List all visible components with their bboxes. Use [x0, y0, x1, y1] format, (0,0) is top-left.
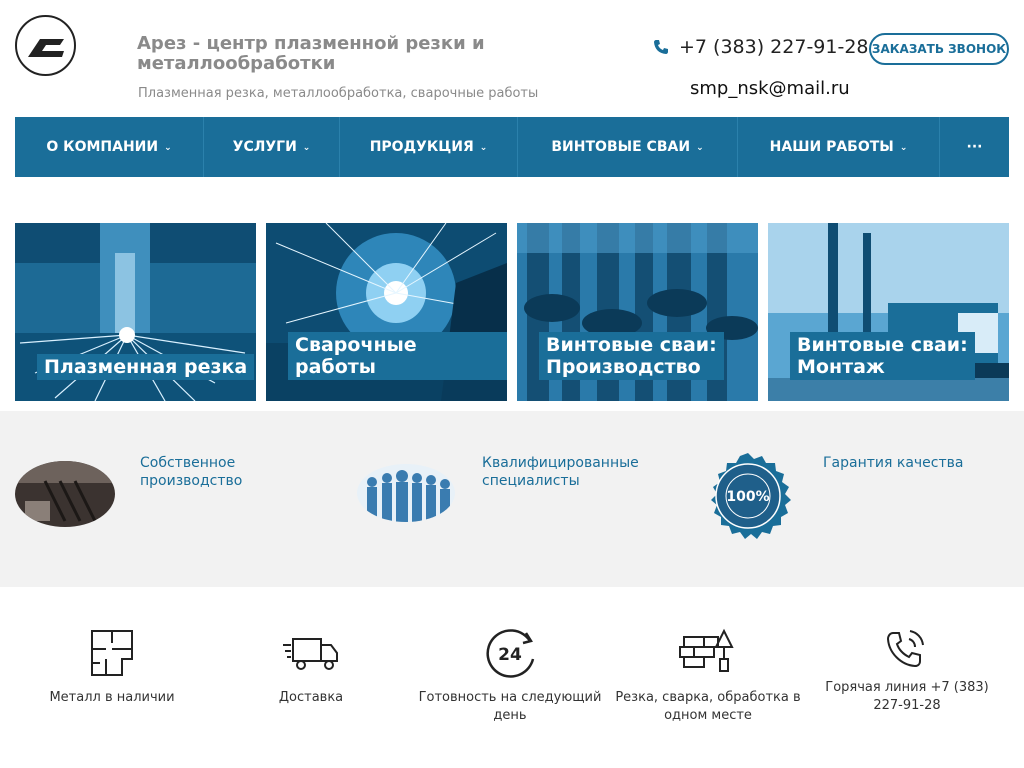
- badge-percent: 100%: [726, 489, 769, 505]
- nav-item-more[interactable]: ···: [940, 117, 1009, 177]
- chevron-down-icon: ⌄: [164, 143, 172, 153]
- own-production-image: [15, 461, 115, 527]
- service-tiles: Плазменная резка Сварочные работы Винтов…: [15, 223, 1009, 401]
- floorplan-icon: [91, 630, 133, 676]
- benefit-hotline: Горячая линия +7 (383) 227-91-28: [812, 625, 1002, 715]
- main-nav: О КОМПАНИИ ⌄ УСЛУГИ ⌄ ПРОДУКЦИЯ ⌄ ВИНТОВ…: [15, 117, 1009, 177]
- chevron-down-icon: ⌄: [696, 143, 704, 153]
- nav-item-products[interactable]: ПРОДУКЦИЯ ⌄: [340, 117, 518, 177]
- more-icon: ···: [966, 139, 983, 155]
- benefit-label: Резка, сварка, обработка в одном месте: [615, 690, 801, 723]
- site-subtitle: Плазменная резка, металлообработка, свар…: [138, 86, 539, 101]
- 24h-icon: 24: [486, 629, 535, 678]
- nav-item-screw-piles[interactable]: ВИНТОВЫЕ СВАИ ⌄: [518, 117, 738, 177]
- quality-badge-icon: 100%: [711, 453, 791, 539]
- callback-button[interactable]: ЗАКАЗАТЬ ЗВОНОК: [869, 33, 1009, 65]
- benefit-all-in-one: Резка, сварка, обработка в одном месте: [613, 627, 803, 725]
- chevron-down-icon: ⌄: [302, 143, 311, 153]
- tile-welding[interactable]: Сварочные работы: [266, 223, 507, 401]
- benefit-delivery: Доставка: [216, 627, 406, 707]
- feature-quality-guarantee[interactable]: Гарантия качества: [823, 454, 993, 472]
- features-section: Собственное производство Квалифицированн…: [0, 411, 1024, 587]
- benefit-next-day: 24 Готовность на следующий день: [415, 627, 605, 725]
- nav-item-label: УСЛУГИ: [232, 139, 297, 155]
- benefit-label: Металл в наличии: [49, 690, 175, 705]
- chevron-down-icon: ⌄: [479, 143, 488, 153]
- nav-item-services[interactable]: УСЛУГИ ⌄: [204, 117, 340, 177]
- nav-item-label: НАШИ РАБОТЫ: [769, 139, 894, 155]
- nav-item-label: ПРОДУКЦИЯ: [369, 139, 474, 155]
- nav-item-our-works[interactable]: НАШИ РАБОТЫ ⌄: [738, 117, 940, 177]
- tile-screw-piles-installation[interactable]: Винтовые сваи: Монтаж: [768, 223, 1009, 401]
- chevron-down-icon: ⌄: [899, 143, 908, 153]
- svg-text:24: 24: [498, 645, 522, 665]
- tile-label: Плазменная резка: [37, 354, 255, 380]
- feature-specialists[interactable]: Квалифицированные специалисты: [482, 454, 652, 490]
- site-title: Арез - центр плазменной резки и металлоо…: [137, 33, 485, 74]
- nav-item-label: О КОМПАНИИ: [46, 139, 159, 155]
- logo-icon: [27, 38, 64, 57]
- tile-screw-piles-production[interactable]: Винтовые сваи: Производство: [517, 223, 758, 401]
- specialists-image: [357, 464, 455, 522]
- header-phone[interactable]: +7 (383) 227-91-28: [653, 36, 869, 58]
- nav-item-label: ВИНТОВЫЕ СВАИ: [551, 139, 691, 155]
- site-logo[interactable]: [15, 15, 76, 76]
- benefit-label: Готовность на следующий день: [418, 690, 602, 723]
- feature-own-production[interactable]: Собственное производство: [140, 454, 280, 490]
- phone-number[interactable]: +7 (383) 227-91-28: [679, 36, 869, 58]
- tile-label: Сварочные работы: [288, 332, 507, 380]
- header-email[interactable]: smp_nsk@mail.ru: [690, 78, 850, 99]
- phone-icon: [886, 630, 924, 668]
- benefit-label: Доставка: [278, 690, 344, 705]
- benefits-section: Металл в наличии Доставка 24 Готовность …: [0, 587, 1024, 768]
- truck-icon: [283, 638, 338, 670]
- tile-label: Винтовые сваи: Производство: [539, 332, 724, 380]
- benefit-metal-in-stock: Металл в наличии: [17, 627, 207, 707]
- nav-item-about[interactable]: О КОМПАНИИ ⌄: [15, 117, 204, 177]
- tile-label: Винтовые сваи: Монтаж: [790, 332, 975, 380]
- tile-plasma-cutting[interactable]: Плазменная резка: [15, 223, 256, 401]
- bricks-trowel-icon: [679, 628, 734, 672]
- phone-icon: [654, 40, 668, 54]
- benefit-label[interactable]: Горячая линия +7 (383) 227-91-28: [812, 679, 1002, 715]
